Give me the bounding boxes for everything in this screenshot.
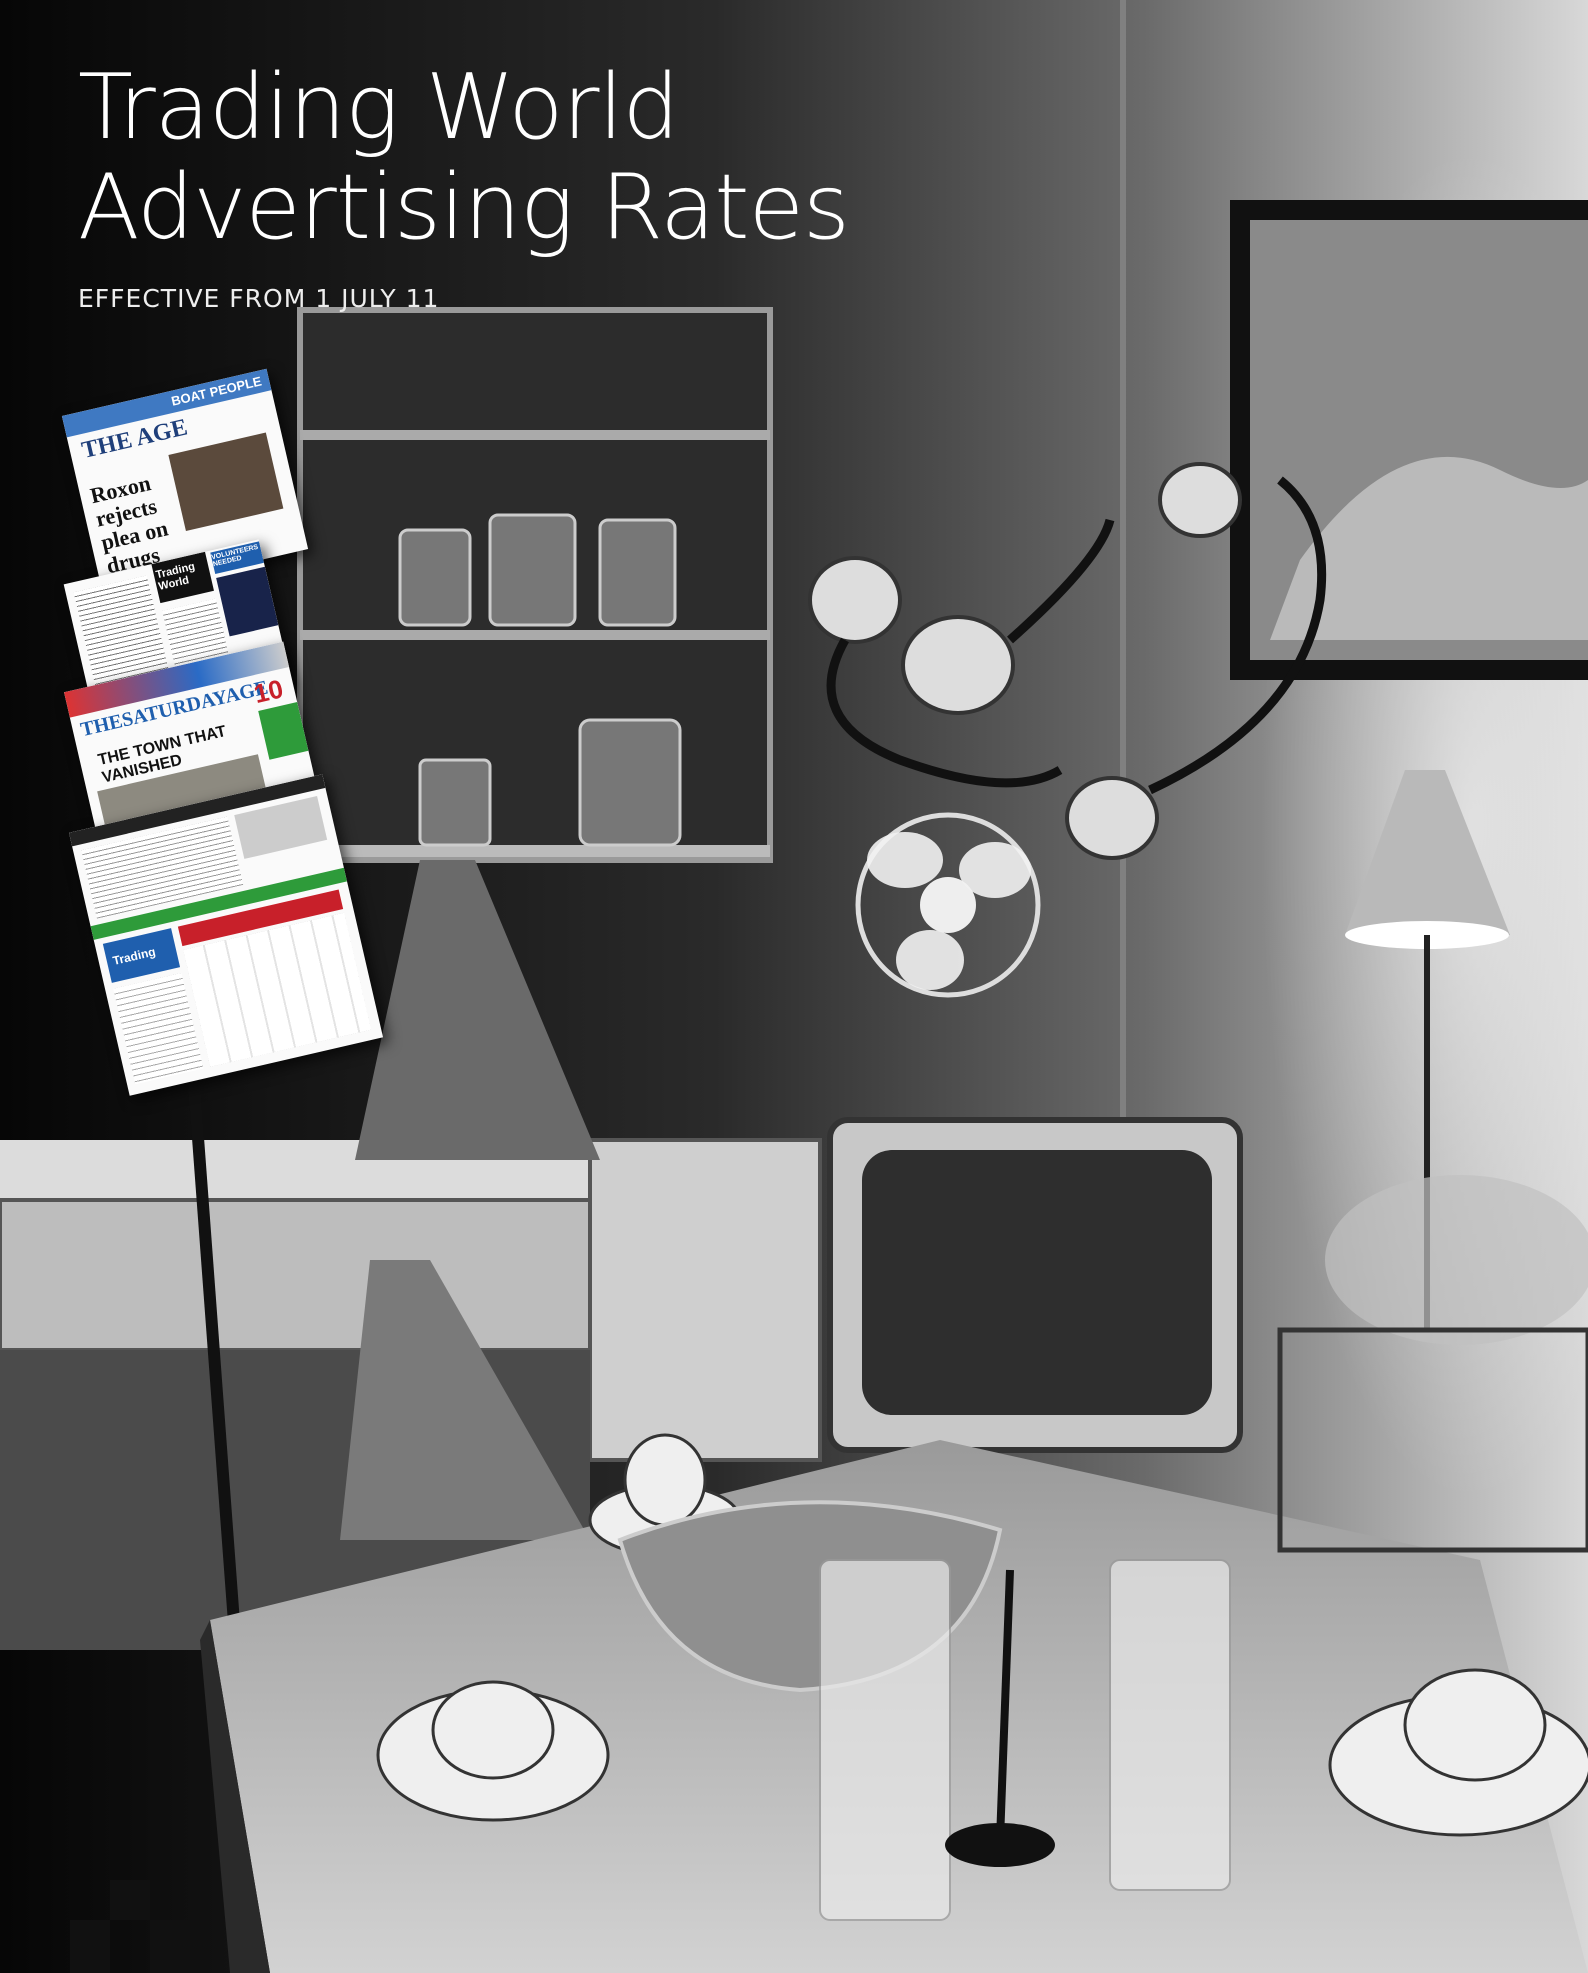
photo xyxy=(168,432,284,532)
title-block: Trading World Advertising Rates EFFECTIV… xyxy=(78,55,850,314)
title-line-2: Advertising Rates xyxy=(78,155,850,260)
effective-date: EFFECTIVE FROM 1 JULY 11 xyxy=(78,284,440,313)
title-line-1: Trading World xyxy=(78,55,680,160)
badge: 10 xyxy=(251,673,286,710)
cover-page: Trading World Advertising Rates EFFECTIV… xyxy=(0,0,1588,1973)
